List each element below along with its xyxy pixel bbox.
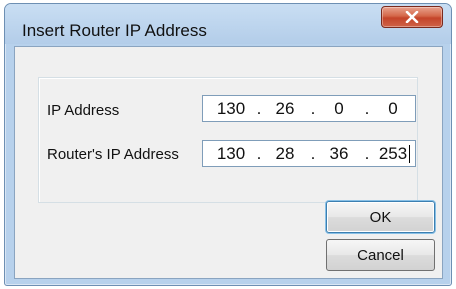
ip-octet-1[interactable]: 130 [211, 99, 251, 119]
router-ip-octet-2[interactable]: 28 [265, 144, 305, 164]
dialog-body: IP Address 130 . 26 . 0 . 0 Router's IP … [14, 46, 443, 279]
router-ip-address-label: Router's IP Address [47, 146, 179, 163]
router-ip-separator: . [364, 144, 370, 163]
window-title: Insert Router IP Address [22, 21, 207, 40]
router-ip-separator: . [256, 144, 262, 163]
ip-octet-3[interactable]: 0 [319, 99, 359, 119]
ip-separator: . [256, 99, 262, 118]
close-button[interactable] [381, 6, 443, 28]
title-bar[interactable]: Insert Router IP Address [5, 4, 451, 44]
router-ip-address-input[interactable]: 130 . 28 . 36 . 253 [202, 140, 416, 167]
close-icon [405, 11, 419, 23]
ip-address-input[interactable]: 130 . 26 . 0 . 0 [202, 95, 416, 122]
text-cursor [409, 145, 410, 163]
ok-button[interactable]: OK [326, 201, 435, 233]
router-ip-octet-4[interactable]: 253 [373, 144, 413, 164]
router-ip-separator: . [310, 144, 316, 163]
ip-address-label: IP Address [47, 102, 120, 119]
dialog-window: Insert Router IP Address IP Address 130 … [4, 3, 452, 286]
cancel-button[interactable]: Cancel [326, 239, 435, 271]
ip-separator: . [310, 99, 316, 118]
ip-octet-4[interactable]: 0 [373, 99, 413, 119]
ip-octet-2[interactable]: 26 [265, 99, 305, 119]
router-ip-octet-1[interactable]: 130 [211, 144, 251, 164]
ip-separator: . [364, 99, 370, 118]
router-ip-octet-3[interactable]: 36 [319, 144, 359, 164]
